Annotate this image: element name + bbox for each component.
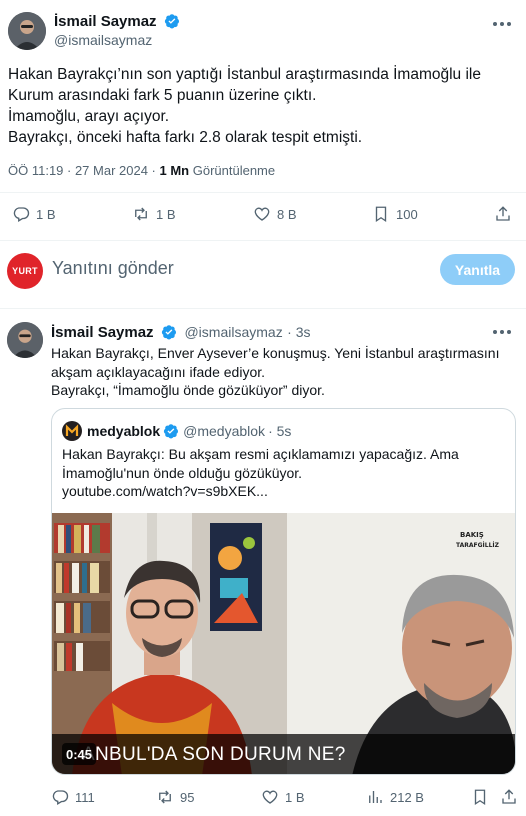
quote-text: Hakan Bayrakçı: Bu akşam resmi açıklamam… xyxy=(62,445,507,501)
reply-submit-label: Yanıtla xyxy=(454,261,501,278)
bookmark-icon xyxy=(375,206,387,223)
author-avatar-image xyxy=(8,12,46,50)
divider xyxy=(0,240,526,241)
reply-author-name[interactable]: İsmail Saymaz xyxy=(51,324,154,341)
tweet-text: Hakan Bayrakçı’nın son yaptığı İstanbul … xyxy=(8,64,518,148)
yurt-logo-text: YURT xyxy=(12,266,38,276)
reply-count: 1 B xyxy=(36,206,56,222)
reply-tweet-views-button[interactable]: 212 B xyxy=(366,788,424,806)
reply-tweet-reply-count: 111 xyxy=(75,789,95,805)
share-icon xyxy=(502,789,516,804)
reply-tweet-like-button[interactable]: 1 B xyxy=(261,788,305,806)
reply-button[interactable]: 1 B xyxy=(12,205,56,223)
reply-input[interactable]: Yanıtını gönder xyxy=(52,258,412,282)
share-button[interactable] xyxy=(494,205,512,223)
yurt-avatar: YURT xyxy=(7,253,43,289)
views-count: 1 Mn xyxy=(159,163,190,178)
like-button[interactable]: 8 B xyxy=(253,205,297,223)
reply-time[interactable]: · 3s xyxy=(287,324,310,340)
tweet-text-line: Kurum arasındaki fark 5 puanın üzerine ç… xyxy=(8,87,317,104)
reply-tweet-views-count: 212 B xyxy=(390,789,424,805)
video-player[interactable]: BAKIŞ TARAFGİLLİZ ANBUL'DA SON DURUM NE?… xyxy=(52,513,515,774)
reply-placeholder: Yanıtını gönder xyxy=(52,258,174,278)
views-label: Görüntülenme xyxy=(189,163,276,178)
video-duration: 0:45 xyxy=(66,746,93,762)
medyablok-logo-icon xyxy=(65,424,79,436)
tweet-text-line: Hakan Bayrakçı’nın son yaptığı İstanbul … xyxy=(8,66,481,83)
quote-author-handle: @medyablok xyxy=(183,423,266,439)
reply-submit-button[interactable]: Yanıtla xyxy=(440,254,515,285)
reply-text-line: Hakan Bayrakçı, Enver Aysever’e konuşmuş… xyxy=(51,345,500,361)
reply-icon xyxy=(52,790,69,805)
author-handle[interactable]: @ismailsaymaz xyxy=(54,32,152,48)
reply-tweet-share-button[interactable] xyxy=(500,788,518,806)
bookmark-icon xyxy=(474,789,486,806)
quote-text-line: İmamoğlu'nun önde olduğu gözüküyor. xyxy=(62,464,303,481)
views-chart-icon xyxy=(369,791,382,803)
reply-text: Hakan Bayrakçı, Enver Aysever’e konuşmuş… xyxy=(51,344,521,400)
more-options-icon[interactable] xyxy=(490,322,514,342)
heart-icon xyxy=(262,790,278,804)
author-avatar[interactable] xyxy=(8,12,46,50)
tweet-text-line: Bayrakçı, önceki hafta farkı 2.8 olarak … xyxy=(8,129,363,146)
reply-text-line: akşam açıklayacağını ifade ediyor. xyxy=(51,363,266,380)
repost-count: 1 B xyxy=(156,206,176,222)
verified-badge-icon xyxy=(164,14,180,29)
like-count: 8 B xyxy=(277,206,297,222)
quote-link[interactable]: youtube.com/watch?v=s9bXEK... xyxy=(62,482,507,501)
quoted-tweet[interactable]: medyablok @medyablok · 5s Hakan Bayrakçı… xyxy=(51,408,516,775)
reply-author-avatar[interactable] xyxy=(7,322,43,358)
bookmark-button[interactable]: 100 xyxy=(372,205,418,223)
reply-author-avatar-image xyxy=(7,322,43,358)
reply-text-line: Bayrakçı, “İmamoğlu önde gözüküyor” diyo… xyxy=(51,382,325,398)
reply-tweet-reply-button[interactable]: 111 xyxy=(51,788,95,806)
reply-author-handle[interactable]: @ismailsaymaz xyxy=(184,324,282,340)
medyablok-avatar xyxy=(62,421,82,441)
bookmark-count: 100 xyxy=(396,206,418,222)
video-caption: ANBUL'DA SON DURUM NE? xyxy=(82,744,346,765)
more-options-icon[interactable] xyxy=(490,14,514,34)
quote-time: · 5s xyxy=(268,423,292,439)
repost-icon xyxy=(159,790,171,804)
tweet-text-line: İmamoğlu, arayı açıyor. xyxy=(8,108,170,125)
heart-icon xyxy=(254,207,270,221)
reply-icon xyxy=(13,207,30,222)
share-icon xyxy=(496,206,510,221)
reply-tweet-repost-count: 95 xyxy=(180,789,195,805)
reply-tweet-repost-button[interactable]: 95 xyxy=(156,788,194,806)
tweet-meta: ÖÖ 11:19 · 27 Mar 2024 · 1 Mn Görüntülen… xyxy=(8,163,275,178)
channel-logo-text-1: BAKIŞ xyxy=(460,531,484,539)
repost-button[interactable]: 1 B xyxy=(132,205,176,223)
quote-author-name: medyablok xyxy=(87,423,161,439)
channel-logo-text-2: TARAFGİLLİZ xyxy=(456,542,500,549)
reply-tweet-like-count: 1 B xyxy=(285,789,305,805)
author-name[interactable]: İsmail Saymaz xyxy=(54,13,157,30)
verified-badge-icon xyxy=(164,424,179,439)
reply-tweet-bookmark-button[interactable] xyxy=(471,788,489,806)
divider xyxy=(0,192,526,193)
repost-icon xyxy=(135,207,147,221)
verified-badge-icon xyxy=(161,325,177,340)
tweet-timestamp[interactable]: ÖÖ 11:19 · 27 Mar 2024 · xyxy=(8,163,160,178)
painting xyxy=(210,523,262,631)
quote-text-line: Hakan Bayrakçı: Bu akşam resmi açıklamam… xyxy=(62,446,459,462)
video-duration-badge: 0:45 xyxy=(62,743,97,765)
divider xyxy=(0,308,526,309)
video-caption-bar: ANBUL'DA SON DURUM NE? xyxy=(52,734,515,774)
